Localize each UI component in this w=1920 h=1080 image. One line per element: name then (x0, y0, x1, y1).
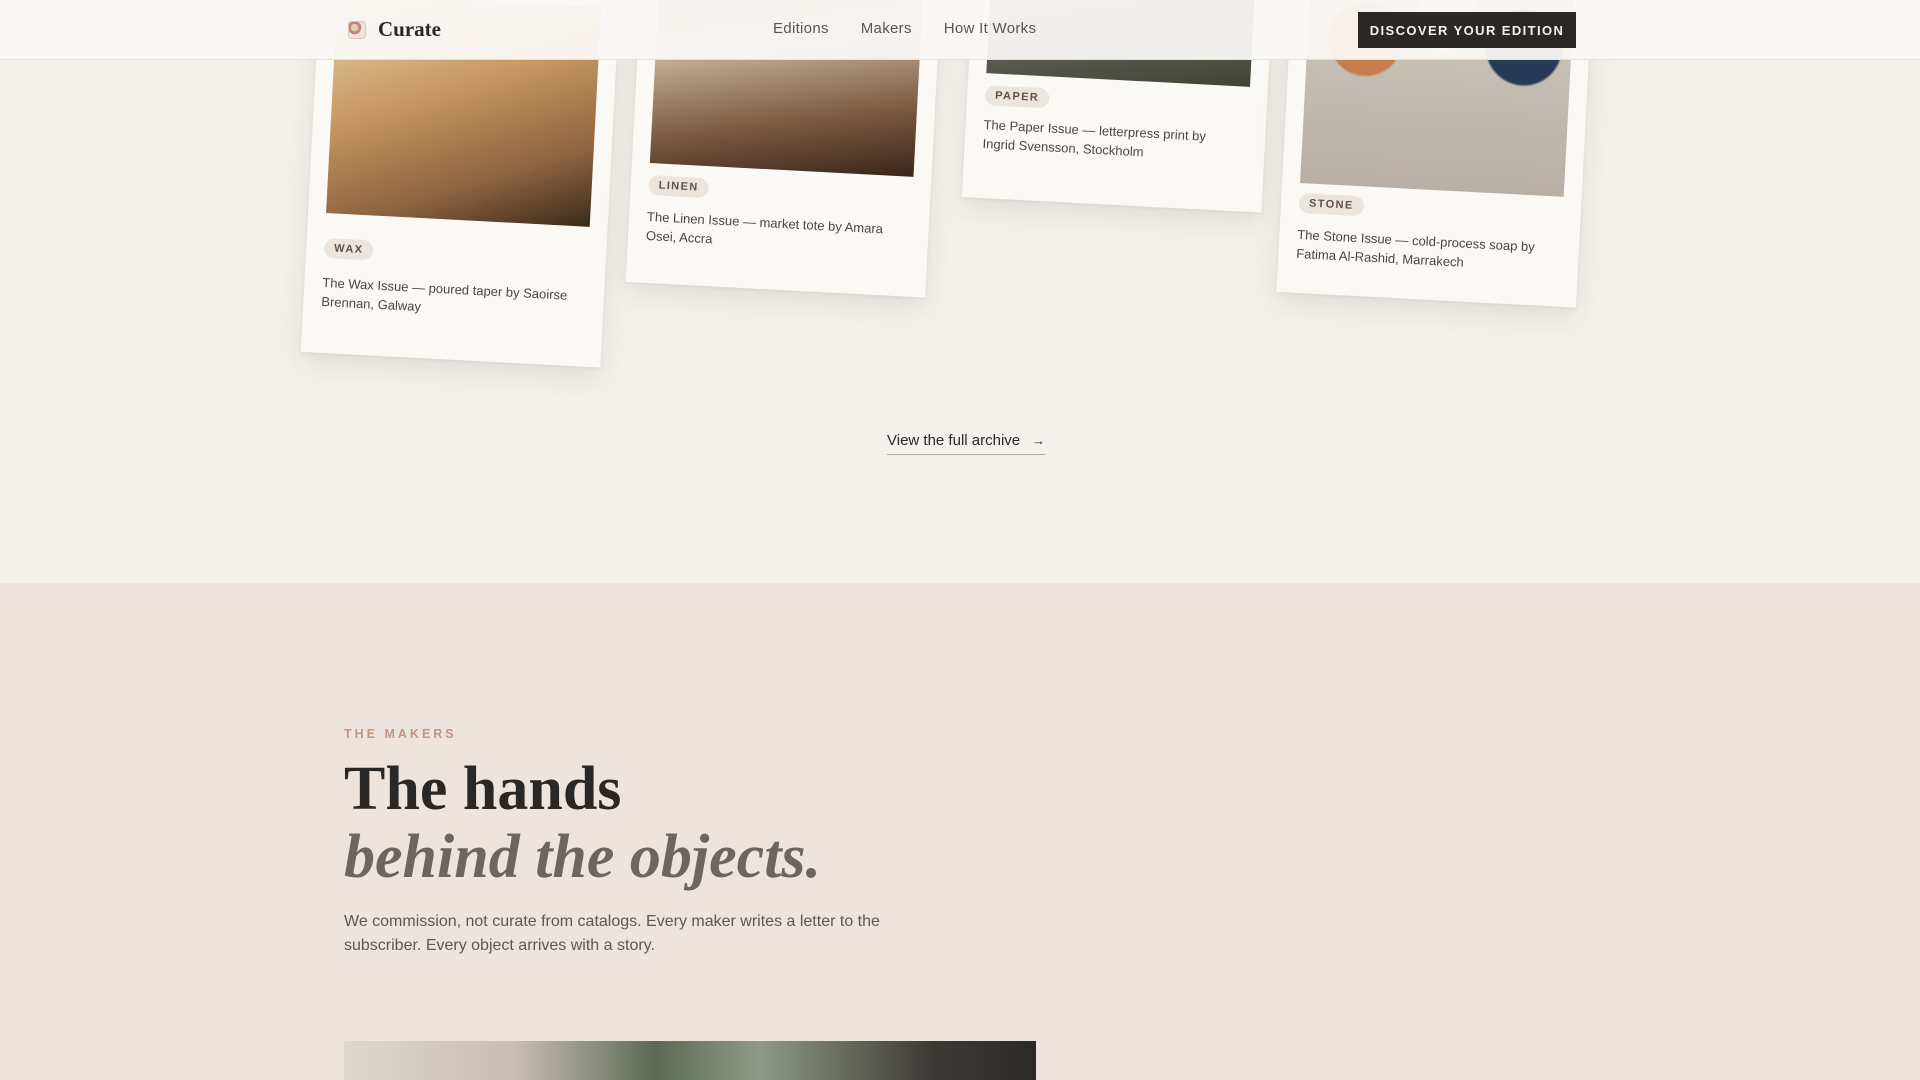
arrow-right-icon: → (1032, 433, 1046, 448)
edition-caption: The Wax Issue — poured taper by Saoirse … (321, 274, 568, 315)
view-archive-link[interactable]: View the full archive → (887, 432, 1046, 455)
edition-caption: The Paper Issue — letterpress print by I… (982, 117, 1207, 160)
makers-section: THE MAKERS The hands behind the objects.… (0, 583, 1920, 1080)
edition-tag: WAX (323, 237, 374, 261)
discover-edition-button[interactable]: DISCOVER YOUR EDITION (1358, 12, 1576, 48)
makers-description: We commission, not curate from catalogs.… (344, 913, 880, 954)
edition-tag: LINEN (648, 175, 710, 199)
edition-tag: PAPER (984, 85, 1050, 109)
curate-logo-icon (348, 20, 366, 39)
maker-photo (344, 1041, 1036, 1080)
nav-link-editions[interactable]: Editions (773, 20, 829, 37)
top-nav: Curate Editions Makers How It Works DISC… (0, 0, 1920, 60)
edition-caption: The Stone Issue — cold-process soap by F… (1295, 226, 1536, 270)
edition-caption: The Linen Issue — market tote by Amara O… (645, 208, 884, 247)
nav-link-how-it-works[interactable]: How It Works (944, 20, 1037, 37)
makers-heading: The hands (344, 755, 622, 823)
archive-link-label: View the full archive (887, 432, 1021, 449)
nav-links: Editions Makers How It Works (773, 20, 1036, 37)
edition-tag: STONE (1298, 192, 1365, 217)
brand-name: Curate (378, 17, 441, 41)
makers-heading-italic: behind the objects. (344, 823, 822, 891)
section-eyebrow: THE MAKERS (344, 727, 457, 741)
nav-link-makers[interactable]: Makers (861, 20, 912, 37)
brand-logo-link[interactable]: Curate (348, 17, 441, 42)
